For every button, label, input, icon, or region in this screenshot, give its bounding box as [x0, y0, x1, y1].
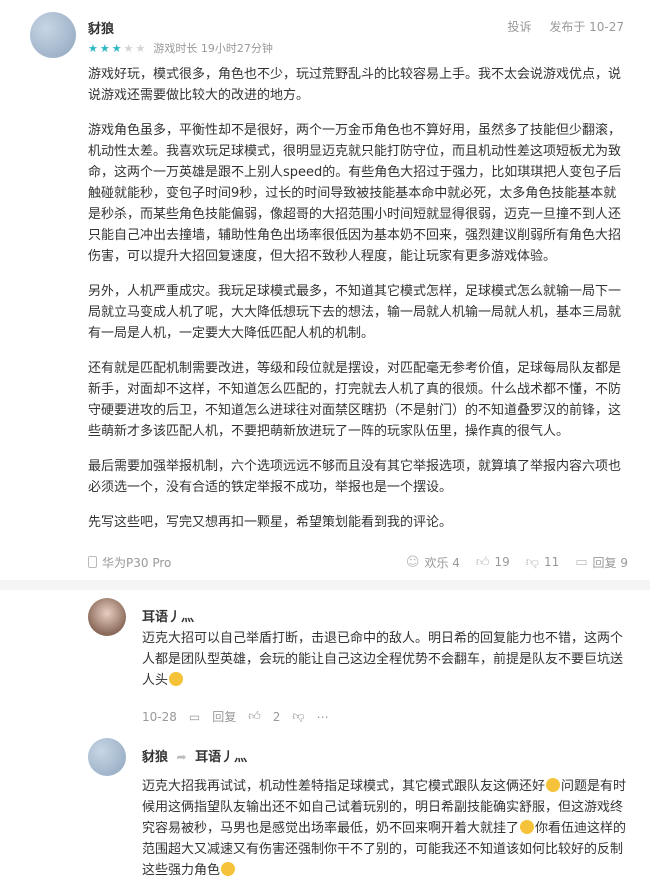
happy-button[interactable]: ☺ 欢乐 4 — [406, 554, 460, 571]
star-icon: ★ — [99, 41, 110, 55]
star-icon: ★ — [111, 41, 122, 55]
header-actions: 投诉 发布于 10-27 — [493, 18, 624, 35]
device-info: 华为P30 Pro — [88, 554, 171, 571]
review-meta: 华为P30 Pro ☺ 欢乐 4 👍︎ 19 👎︎ 11 ▭ 回复 9 — [88, 552, 628, 572]
dislike-button[interactable]: 👎︎ 11 — [526, 555, 559, 570]
review-body: 游戏好玩，模式很多，角色也不少，玩过荒野乱斗的比较容易上手。我不太会说游戏优点，… — [88, 64, 628, 547]
divider — [0, 580, 650, 590]
avatar[interactable] — [88, 598, 126, 636]
reply-text-content: 迈克大招可以自己举盾打断，击退已命中的敌人。明日希的回复能力也不错，这两个人都是… — [142, 631, 624, 688]
more-icon[interactable]: ⋯ — [317, 710, 329, 724]
reply-item: 豺狼 ➦ 耳语丿灬 迈克大招我再试试，机动性差特指足球模式，其它模式跟队友这俩还… — [88, 738, 638, 882]
reply-count: 回复 9 — [592, 555, 628, 570]
review-stats: ☺ 欢乐 4 👍︎ 19 👎︎ 11 ▭ 回复 9 — [390, 554, 628, 571]
phone-icon — [88, 556, 97, 568]
avatar[interactable] — [88, 738, 126, 776]
author-name[interactable]: 豺狼 — [88, 18, 114, 37]
reply-arrow-icon: ➦ — [176, 750, 187, 764]
like-count: 19 — [494, 555, 510, 569]
comment-icon: ▭ — [575, 554, 588, 570]
review-paragraph: 先写这些吧，写完又想再扣一颗星，希望策划能看到我的评论。 — [88, 515, 453, 530]
star-icon: ★ — [135, 41, 146, 55]
reply-button[interactable]: 回复 — [212, 708, 236, 725]
happy-count: 欢乐 4 — [424, 555, 460, 570]
star-icon: ★ — [123, 41, 134, 55]
star-icon: ★ — [88, 41, 98, 55]
reply-date: 10-28 — [142, 709, 177, 724]
review-paragraph: 游戏好玩，模式很多，角色也不少，玩过荒野乱斗的比较容易上手。我不太会说游戏优点，… — [88, 67, 622, 103]
laughing-emoji-icon — [520, 820, 535, 834]
reply-text: 迈克大招我再试试，机动性差特指足球模式，其它模式跟队友这俩还好 问题是有时候用这俩… — [142, 776, 628, 881]
review-paragraph: 最后需要加强举报机制，六个选项远远不够而且没有其它举报选项，就算填了举报内容六项… — [88, 459, 622, 495]
review-paragraph: 另外，人机严重成灾。我玩足球模式最多，不知道其它模式怎样，足球模式怎么就输一局下… — [88, 284, 622, 341]
reply-target[interactable]: 耳语丿灬 — [195, 750, 247, 765]
review-paragraph: 还有就是匹配机制需要改进，等级和段位就是摆设，对匹配毫无参考价值，足球每局队友都… — [88, 361, 622, 439]
reply-button[interactable]: ▭ 回复 9 — [575, 554, 628, 571]
dislike-count: 11 — [543, 555, 560, 569]
laughing-emoji-icon — [546, 778, 561, 792]
reply-text: 迈克大招可以自己举盾打断，击退已命中的敌人。明日希的回复能力也不错，这两个人都是… — [142, 628, 628, 691]
laughing-emoji-icon — [169, 672, 184, 686]
reply-header: 豺狼 ➦ 耳语丿灬 — [142, 746, 247, 765]
smile-icon: ☺ — [405, 554, 420, 570]
reply-author[interactable]: 豺狼 — [142, 750, 168, 765]
published-date: 发布于 10-27 — [549, 20, 624, 34]
reply-meta: 10-28 ▭ 回复 👍︎ 2 👎︎ ⋯ — [142, 708, 341, 725]
reply-item: 耳语丿灬 迈克大招可以自己举盾打断，击退已命中的敌人。明日希的回复能力也不错，这… — [88, 598, 638, 728]
device-label: 华为P30 Pro — [102, 555, 172, 570]
review-paragraph: 游戏角色虽多，平衡性却不是很好，两个一万金币角色也不算好用，虽然多了技能但少翻滚… — [88, 123, 622, 264]
review-header: 豺狼 投诉 发布于 10-27 ★ ★ ★ ★ ★ 游戏时长 19小时27分钟 — [0, 0, 650, 60]
avatar[interactable] — [30, 12, 76, 58]
laughing-emoji-icon — [221, 862, 236, 876]
comment-icon: ▭ — [188, 709, 201, 724]
thumbs-down-icon[interactable]: 👎︎ — [292, 709, 304, 724]
reply-text-part: 迈克大招我再试试，机动性差特指足球模式，其它模式跟队友这俩还好 — [142, 779, 546, 794]
like-count: 2 — [272, 709, 281, 724]
thumbs-down-icon: 👎︎ — [525, 554, 539, 570]
thumbs-up-icon[interactable]: 👍︎ — [248, 709, 261, 724]
reply-author[interactable]: 耳语丿灬 — [142, 606, 194, 625]
thumbs-up-icon: 👍︎ — [475, 554, 490, 570]
playtime: 游戏时长 19小时27分钟 — [153, 42, 273, 55]
report-button[interactable]: 投诉 — [507, 20, 531, 34]
rating-row: ★ ★ ★ ★ ★ 游戏时长 19小时27分钟 — [88, 40, 273, 56]
like-button[interactable]: 👍︎ 19 — [476, 555, 510, 570]
